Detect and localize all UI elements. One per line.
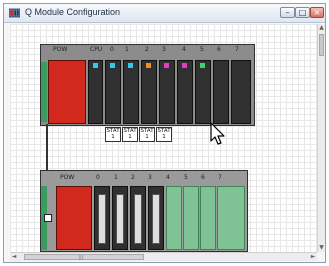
ext-slot-7-empty[interactable] [217,186,245,250]
scroll-right-icon[interactable]: ► [309,253,317,261]
title-bar[interactable]: Q Module Configuration – □ × [4,4,325,23]
main-cpu-led [93,63,98,68]
ext-slot-3-terminal [152,194,160,244]
main-slot-label-4: 4 [182,46,186,53]
vertical-scrollbar[interactable]: ▲ ▼ [317,24,325,252]
main-slot-label-3: 3 [162,46,166,53]
ext-slot-label-2: 2 [131,174,135,181]
main-slot-label-pow: POW [53,46,68,53]
scroll-grip-icon: ||| [79,255,83,261]
ext-slot-1-terminal [116,194,124,244]
configuration-canvas[interactable]: POW CPU 0 1 2 3 4 5 6 7 STAT 1 STAT 1 ST… [10,24,317,252]
main-slot-label-7: 7 [235,46,239,53]
scroll-down-icon[interactable]: ▼ [318,244,325,252]
ext-slot-label-pow: POW [60,174,75,181]
ext-slot-label-7: 7 [218,174,222,181]
ext-slot-label-0: 0 [96,174,100,181]
main-slot-label-cpu: CPU [90,46,103,53]
main-slot-label-5: 5 [200,46,204,53]
main-slot-4-module[interactable] [177,60,193,124]
minimize-button[interactable]: – [280,7,295,18]
window-title: Q Module Configuration [25,7,121,17]
main-base-left-connector [41,62,47,122]
q-module-configuration-window: Q Module Configuration – □ × POW CPU 0 1… [3,3,326,263]
status-box-slot-2: STAT 1 [139,127,155,142]
main-slot-1-module[interactable] [123,60,139,124]
app-icon [9,8,20,18]
main-slot-7-module[interactable] [231,60,251,124]
main-slot-label-0: 0 [110,46,114,53]
ext-slot-label-4: 4 [166,174,170,181]
main-slot-label-6: 6 [217,46,221,53]
close-button[interactable]: × [310,7,324,18]
main-slot-0-module[interactable] [105,60,121,124]
ext-slot-label-6: 6 [201,174,205,181]
main-slot-4-led [182,63,187,68]
main-slot-2-module[interactable] [141,60,157,124]
horizontal-scrollbar[interactable]: ◄ ||| ► [10,252,317,261]
horizontal-scroll-thumb[interactable]: ||| [24,254,144,261]
status-box-slot-1: STAT 1 [122,127,138,142]
main-slot-1-led [128,63,133,68]
main-power-supply-module[interactable] [48,60,86,124]
extension-connector-marker [44,214,52,222]
ext-slot-2-terminal [134,194,142,244]
status-box-slot-3: STAT 1 [156,127,172,142]
ext-slot-0-terminal [98,194,106,244]
main-slot-label-1: 1 [125,46,129,53]
scroll-up-icon[interactable]: ▲ [318,24,325,32]
ext-slot-4-empty[interactable] [166,186,182,250]
extension-power-supply-module[interactable] [56,186,92,250]
status-box-slot-0: STAT 1 [105,127,121,142]
ext-slot-5-empty[interactable] [183,186,199,250]
main-slot-0-led [110,63,115,68]
main-slot-label-2: 2 [145,46,149,53]
maximize-button[interactable]: □ [295,7,310,18]
main-slot-6-module[interactable] [213,60,229,124]
scroll-left-icon[interactable]: ◄ [10,253,18,261]
ext-slot-label-3: 3 [148,174,152,181]
vertical-scroll-thumb[interactable] [319,34,324,56]
main-slot-2-led [146,63,151,68]
ext-slot-label-1: 1 [114,174,118,181]
main-slot-5-led [200,63,205,68]
main-slot-3-module[interactable] [159,60,175,124]
main-cpu-module[interactable] [88,60,103,124]
ext-slot-label-5: 5 [184,174,188,181]
mouse-pointer-icon [210,122,225,145]
ext-slot-6-empty[interactable] [200,186,216,250]
main-slot-5-module[interactable] [195,60,211,124]
main-slot-3-led [164,63,169,68]
